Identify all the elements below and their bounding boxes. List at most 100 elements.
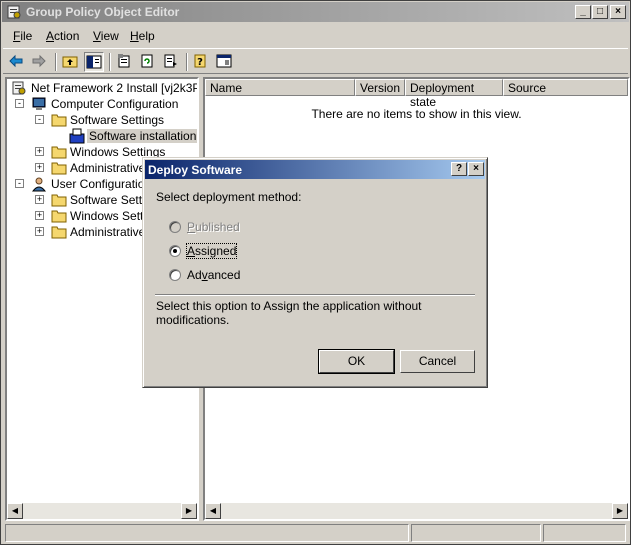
dialog-close-button[interactable]: × [468, 162, 484, 176]
option-description: Select this option to Assign the applica… [156, 299, 422, 327]
tree-item-label: Software Settings [70, 113, 165, 127]
up-folder-icon [62, 56, 78, 68]
back-button[interactable] [7, 52, 27, 72]
tree-item-label: Computer Configuration [51, 97, 179, 111]
column-header-name[interactable]: Name [205, 79, 355, 96]
back-arrow-icon [9, 54, 23, 68]
export-list-button[interactable] [161, 52, 181, 72]
refresh-icon [141, 54, 153, 68]
tree-item-label: Windows Settin [70, 209, 153, 223]
toolbar: ? [3, 48, 628, 74]
tree-item-label: Net Framework 2 Install [vj2k3PDC [31, 81, 197, 95]
radio-accel: P [187, 220, 196, 234]
column-header-source[interactable]: Source [503, 79, 628, 96]
tree-item-label: User Configuration [51, 177, 152, 191]
menu-label: elp [138, 29, 155, 43]
menu-bar: File Action View Help [3, 25, 628, 47]
menu-label: ile [20, 29, 33, 43]
expand-toggle[interactable]: + [35, 163, 44, 172]
radio-selected-dot [173, 249, 177, 253]
menu-file[interactable]: File [13, 29, 32, 43]
column-header-version[interactable]: Version [355, 79, 405, 96]
title-bar[interactable]: Group Policy Object Editor _ □ × [2, 2, 629, 22]
status-bar [3, 524, 628, 544]
expand-toggle[interactable]: + [35, 147, 44, 156]
radio-button[interactable] [169, 221, 181, 233]
scroll-right-button[interactable]: ▶ [612, 503, 628, 519]
help-icon: ? [194, 54, 206, 68]
console-button[interactable] [215, 52, 235, 72]
expand-toggle[interactable]: + [35, 195, 44, 204]
menu-accel: V [93, 29, 101, 43]
empty-list-message: There are no items to show in this view. [311, 107, 522, 121]
window-title: Group Policy Object Editor [26, 5, 180, 19]
tree-item-software-settings[interactable]: - Software Settings [11, 112, 196, 128]
menu-action[interactable]: Action [46, 29, 79, 43]
tree-item-label: Software installation [87, 129, 197, 143]
ok-button[interactable]: OK [318, 349, 395, 374]
toolbar-separator [55, 53, 57, 71]
svg-text:?: ? [197, 57, 203, 68]
gpo-editor-icon [7, 5, 21, 19]
folder-icon [51, 210, 67, 223]
show-hide-tree-button[interactable] [84, 52, 104, 72]
help-button[interactable]: ? [192, 52, 212, 72]
folder-icon [51, 114, 67, 127]
dialog-separator [155, 294, 475, 296]
folder-icon [51, 146, 67, 159]
folder-icon [51, 226, 67, 239]
close-button[interactable]: × [610, 5, 626, 19]
deploy-software-dialog: Deploy Software ? × Select deployment me… [142, 157, 488, 388]
menu-label: ction [54, 29, 80, 43]
forward-button[interactable] [30, 52, 50, 72]
dialog-title-bar[interactable]: Deploy Software ? × [145, 160, 485, 179]
collapse-toggle[interactable]: - [15, 99, 24, 108]
tree-item-software-installation[interactable]: Software installation [11, 128, 197, 144]
forward-arrow-icon [32, 54, 46, 68]
radio-label-prefix: Ad [187, 268, 202, 282]
dialog-help-button[interactable]: ? [451, 162, 467, 176]
console-icon [216, 54, 232, 68]
radio-button[interactable] [169, 269, 181, 281]
menu-view[interactable]: View [93, 29, 119, 43]
expand-toggle[interactable]: + [35, 227, 44, 236]
radio-label: Advanced [187, 268, 240, 282]
column-header-deployment-state[interactable]: Deployment state [405, 79, 503, 109]
tree-horizontal-scrollbar[interactable]: ◀ ▶ [7, 503, 197, 519]
properties-button[interactable] [115, 52, 135, 72]
radio-button[interactable] [169, 245, 181, 257]
show-hide-tree-icon [86, 55, 102, 69]
menu-label: iew [100, 29, 119, 43]
maximize-button[interactable]: □ [592, 5, 608, 19]
radio-label-text: ublished [195, 220, 240, 234]
scroll-right-button[interactable]: ▶ [181, 503, 197, 519]
scroll-left-button[interactable]: ◀ [205, 503, 221, 519]
refresh-button[interactable] [138, 52, 158, 72]
user-icon [31, 177, 47, 192]
details-horizontal-scrollbar[interactable]: ◀ ▶ [205, 503, 628, 519]
folder-icon [51, 162, 67, 175]
up-one-level-button[interactable] [61, 52, 81, 72]
status-cell-main [5, 524, 409, 542]
software-install-icon [69, 128, 85, 144]
menu-help[interactable]: Help [130, 29, 155, 43]
cancel-button[interactable]: Cancel [400, 350, 475, 373]
collapse-toggle[interactable]: - [35, 115, 44, 124]
export-list-icon [164, 54, 177, 68]
radio-label-text: anced [207, 268, 241, 282]
toolbar-separator [186, 53, 188, 71]
toolbar-separator [109, 53, 111, 71]
status-cell-secondary [411, 524, 541, 542]
tree-item-computer-configuration[interactable]: - Computer Configuration [11, 96, 191, 112]
radio-label: Assigned [185, 243, 238, 259]
policy-icon [12, 81, 26, 95]
minimize-button[interactable]: _ [575, 5, 591, 19]
status-cell-tertiary [543, 524, 626, 542]
radio-accel: A [187, 244, 196, 258]
collapse-toggle[interactable]: - [15, 179, 24, 188]
menu-accel: A [46, 29, 55, 43]
folder-icon [51, 194, 67, 207]
scroll-left-button[interactable]: ◀ [7, 503, 23, 519]
expand-toggle[interactable]: + [35, 211, 44, 220]
radio-label: Published [187, 220, 240, 234]
